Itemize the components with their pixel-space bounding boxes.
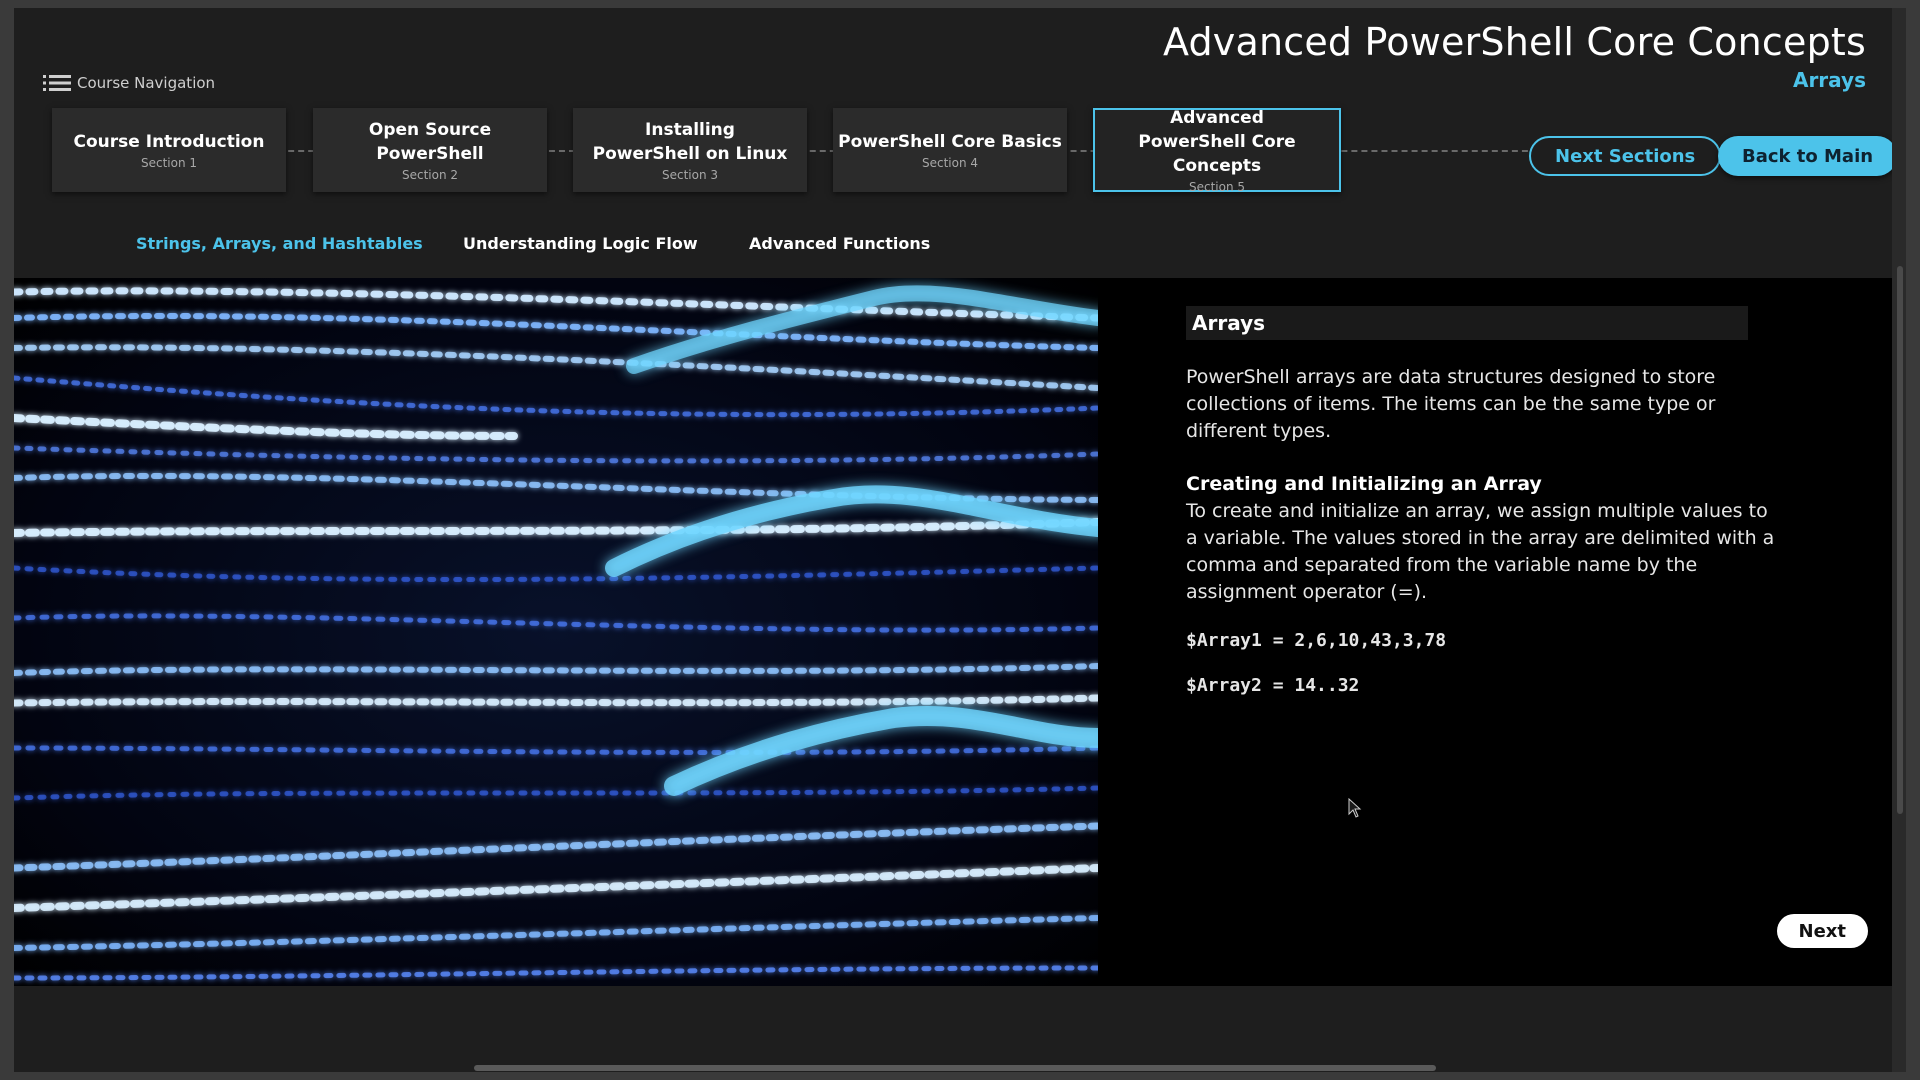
- content-area: Arrays PowerShell arrays are data struct…: [14, 278, 1906, 986]
- mouse-cursor-icon: [1348, 798, 1362, 818]
- back-to-main-button[interactable]: Back to Main: [1718, 136, 1898, 176]
- step-section: Section 2: [401, 168, 459, 182]
- tab-strings-arrays-hashtables[interactable]: Strings, Arrays, and Hashtables: [136, 234, 423, 253]
- course-navigation-button[interactable]: Course Navigation: [43, 74, 215, 92]
- step-title: Open Source PowerShell: [368, 120, 492, 164]
- section-stepper: Course Introduction Section 1 Open Sourc…: [38, 108, 1898, 194]
- tab-understanding-logic-flow[interactable]: Understanding Logic Flow: [463, 234, 698, 253]
- lesson-intro: PowerShell arrays are data structures de…: [1186, 366, 1716, 442]
- page-title: Advanced PowerShell Core Concepts: [1162, 20, 1866, 64]
- list-icon: [43, 75, 71, 91]
- step-course-introduction[interactable]: Course Introduction Section 1: [52, 108, 286, 192]
- horizontal-scrollbar-thumb[interactable]: [474, 1065, 1436, 1071]
- lesson-text-pane: Arrays PowerShell arrays are data struct…: [1186, 306, 1786, 696]
- next-sections-button[interactable]: Next Sections: [1529, 136, 1722, 176]
- next-button[interactable]: Next: [1776, 914, 1868, 948]
- step-section: Section 1: [140, 156, 198, 170]
- lesson-subheading: Creating and Initializing an Array: [1186, 473, 1542, 495]
- step-powershell-core-basics[interactable]: PowerShell Core Basics Section 4: [833, 108, 1067, 192]
- step-title: Course Introduction: [73, 132, 265, 152]
- step-open-source-powershell[interactable]: Open Source PowerShell Section 2: [313, 108, 547, 192]
- step-advanced-powershell-core-concepts[interactable]: Advanced PowerShell Core Concepts Sectio…: [1093, 108, 1341, 194]
- light-streaks-image: [14, 285, 1098, 981]
- page-subtitle: Arrays: [1792, 68, 1866, 92]
- step-installing-powershell-on-linux[interactable]: Installing PowerShell on Linux Section 3: [573, 108, 807, 192]
- step-section: Section 5: [1188, 180, 1246, 194]
- code-line: $Array1 = 2,6,10,43,3,78: [1186, 630, 1447, 651]
- vertical-scrollbar[interactable]: [1892, 8, 1906, 1072]
- vertical-scrollbar-thumb[interactable]: [1897, 266, 1903, 814]
- lesson-body: To create and initialize an array, we as…: [1186, 500, 1775, 603]
- step-title: Advanced PowerShell Core Concepts: [1138, 108, 1296, 176]
- step-title: Installing PowerShell on Linux: [592, 120, 788, 164]
- step-section: Section 3: [661, 168, 719, 182]
- step-title: PowerShell Core Basics: [838, 132, 1062, 152]
- lesson-heading: Arrays: [1186, 306, 1748, 340]
- step-section: Section 4: [921, 156, 979, 170]
- tab-advanced-functions[interactable]: Advanced Functions: [749, 234, 930, 253]
- app-frame: Advanced PowerShell Core Concepts Arrays…: [14, 8, 1906, 1072]
- code-line: $Array2 = 14..32: [1186, 675, 1360, 696]
- course-navigation-label: Course Navigation: [77, 74, 216, 92]
- hero-image: [14, 278, 1098, 986]
- subtopic-tabs: Strings, Arrays, and Hashtables Understa…: [14, 234, 1014, 264]
